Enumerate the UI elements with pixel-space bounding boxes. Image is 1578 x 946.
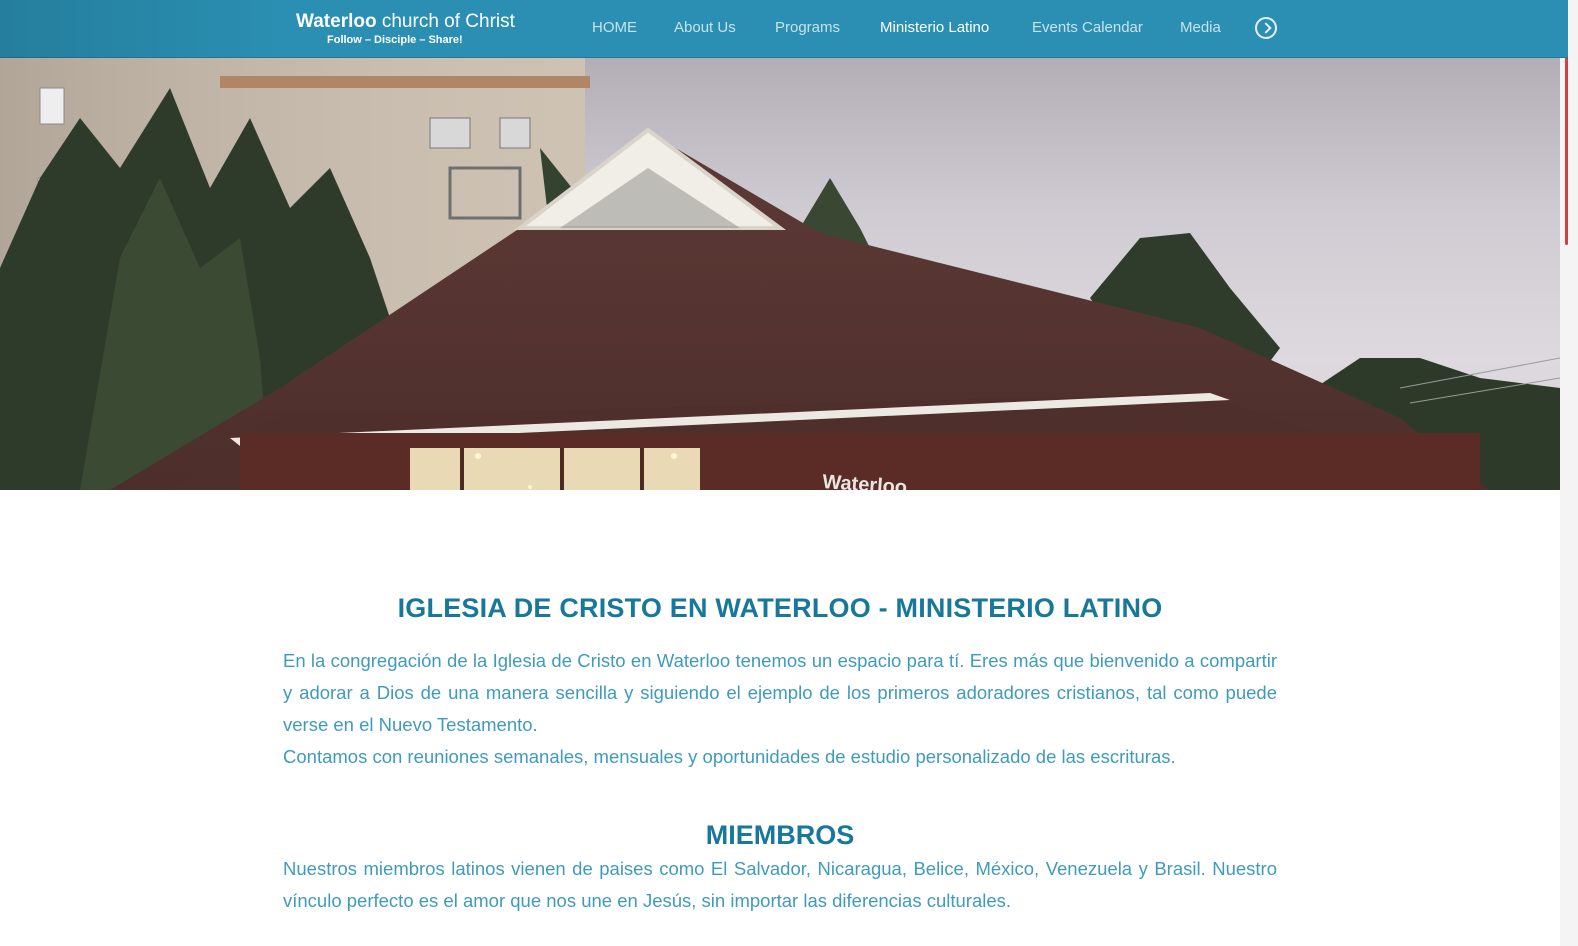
page-scrollbar[interactable]: [1560, 0, 1578, 946]
members-heading: MIEMBROS: [705, 820, 855, 850]
page-title: IGLESIA DE CRISTO EN WATERLOO - MINISTER…: [397, 593, 1163, 623]
nav-programs[interactable]: Programs: [775, 18, 840, 38]
chevron-circle-right-icon[interactable]: [1255, 17, 1277, 39]
logo-title: Waterloo church of Christ: [296, 10, 515, 34]
nav-media[interactable]: Media: [1180, 18, 1221, 38]
site-header: Waterloo church of Christ Follow – Disci…: [0, 0, 1568, 58]
logo-tagline: Follow – Disciple – Share!: [327, 34, 463, 46]
members-paragraph: Nuestros miembros latinos vienen de pais…: [283, 858, 1277, 911]
site-logo[interactable]: Waterloo church of Christ Follow – Disci…: [296, 8, 515, 50]
main-content: IGLESIA DE CRISTO EN WATERLOO - MINISTER…: [283, 580, 1277, 917]
nav-events-calendar[interactable]: Events Calendar: [1032, 18, 1143, 38]
header-background-image: [0, 0, 280, 58]
intro-paragraph: En la congregación de la Iglesia de Cris…: [283, 650, 1277, 735]
nav-about-us[interactable]: About Us: [674, 18, 736, 38]
meetings-paragraph: Contamos con reuniones semanales, mensua…: [283, 746, 1176, 767]
nav-ministerio-latino[interactable]: Ministerio Latino: [880, 18, 989, 38]
church-building-illustration: Waterloo: [0, 58, 1560, 490]
hero-image: Waterloo: [0, 58, 1560, 490]
nav-home[interactable]: HOME: [592, 18, 637, 38]
logo-word: Waterloo: [296, 11, 377, 32]
logo-rest: church of Christ: [376, 11, 515, 32]
